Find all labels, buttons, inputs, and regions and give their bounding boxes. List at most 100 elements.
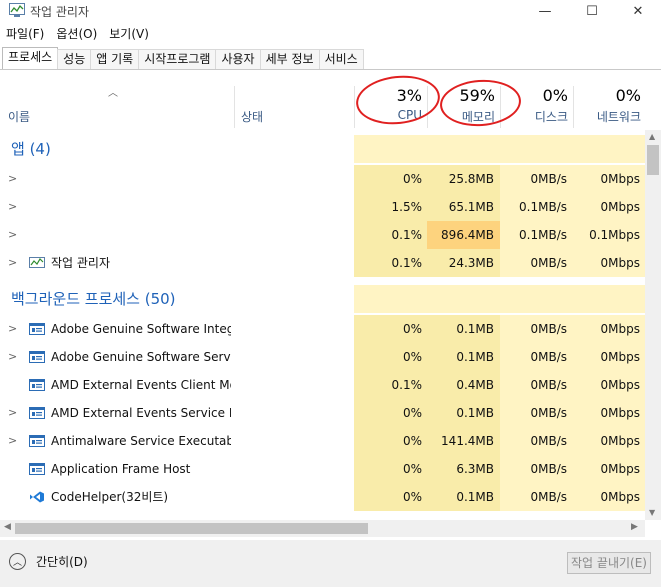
memory-value: 141.4MB — [441, 434, 494, 448]
process-name — [51, 221, 231, 249]
horizontal-scroll-thumb[interactable] — [15, 523, 368, 534]
tab-performance[interactable]: 성능 — [57, 49, 92, 69]
cpu-value: 0.1% — [391, 256, 423, 270]
network-value: 0Mbps — [600, 322, 640, 336]
task-manager-app-icon — [9, 3, 25, 17]
process-row[interactable]: >1.5% 65.1MB 0.1MB/s 0Mbps — [0, 193, 645, 221]
process-row[interactable]: > Adobe Genuine Software Integr... 0% 0.1MB… — [0, 315, 645, 343]
process-name: AMD External Events Service M... — [51, 406, 231, 420]
network-value: 0Mbps — [600, 462, 640, 476]
process-row[interactable]: > Antimalware Service Executable 0% 141.4MB… — [0, 427, 645, 455]
fewer-details-label: 간단히(D) — [36, 555, 88, 569]
disk-value: 0MB/s — [530, 378, 567, 392]
process-row[interactable]: >0.1% 896.4MB 0.1MB/s 0.1Mbps — [0, 221, 645, 249]
disk-value: 0.1MB/s — [519, 228, 567, 242]
maximize-button[interactable]: ☐ — [569, 0, 615, 22]
process-row[interactable]: CodeHelper(32비트) 0% 0.1MB 0MB/s 0Mbps — [0, 483, 645, 511]
chevron-up-circle-icon: ︿ — [9, 553, 26, 570]
process-name: CodeHelper(32비트) — [51, 490, 169, 504]
scroll-down-arrow-icon[interactable]: ▼ — [649, 508, 655, 517]
disk-value: 0MB/s — [530, 322, 567, 336]
minimize-button[interactable]: — — [522, 0, 568, 22]
process-name: AMD External Events Client Mo... — [51, 378, 231, 392]
tab-app-history[interactable]: 앱 기록 — [90, 49, 140, 69]
title-bar: 작업 관리자 — ☐ ✕ — [0, 0, 661, 22]
memory-value: 65.1MB — [448, 200, 494, 214]
column-divider — [234, 86, 235, 128]
process-row[interactable]: > AMD External Events Service M... 0% 0.1MB… — [0, 399, 645, 427]
disk-value: 0MB/s — [530, 406, 567, 420]
expand-chevron-icon[interactable]: > — [8, 193, 17, 221]
cpu-value: 0% — [402, 172, 422, 186]
expand-chevron-icon[interactable]: > — [8, 427, 17, 455]
column-status[interactable]: 상태 — [241, 108, 263, 125]
process-row[interactable]: > Adobe Genuine Software Servi... 0% 0.1MB 0… — [0, 343, 645, 371]
scroll-up-arrow-icon[interactable]: ▲ — [649, 132, 655, 141]
cpu-value: 0.1% — [391, 378, 423, 392]
scroll-right-arrow-icon[interactable]: ▶ — [631, 522, 638, 532]
process-name: 작업 관리자 — [51, 256, 111, 270]
cpu-value: 1.5% — [391, 200, 423, 214]
memory-value: 896.4MB — [441, 228, 494, 242]
process-name: Application Frame Host — [51, 462, 191, 476]
fewer-details-button[interactable]: ︿ 간단히(D) — [9, 553, 88, 570]
heat-band — [354, 135, 645, 163]
group-header-background[interactable]: 백그라운드 프로세스 (50) — [0, 285, 645, 313]
tab-divider — [0, 69, 661, 70]
footer-bar — [0, 540, 661, 587]
disk-value: 0MB/s — [530, 172, 567, 186]
column-divider — [354, 86, 355, 128]
network-value: 0Mbps — [600, 350, 640, 364]
expand-chevron-icon[interactable]: > — [8, 221, 17, 249]
tab-details[interactable]: 세부 정보 — [259, 49, 320, 69]
process-name — [51, 165, 231, 193]
process-row[interactable]: Application Frame Host 0% 6.3MB 0MB/s 0Mbps — [0, 455, 645, 483]
memory-value: 0.1MB — [456, 406, 494, 420]
memory-value: 0.1MB — [456, 322, 494, 336]
cpu-value: 0% — [402, 490, 422, 504]
disk-value: 0MB/s — [530, 490, 567, 504]
disk-value: 0MB/s — [530, 350, 567, 364]
menu-file[interactable]: 파일(F) — [0, 24, 50, 44]
scroll-left-arrow-icon[interactable]: ◀ — [4, 522, 11, 532]
close-button[interactable]: ✕ — [615, 0, 661, 22]
group-header-label: 앱 (4) — [11, 140, 51, 158]
network-value: 0Mbps — [600, 434, 640, 448]
cpu-value: 0% — [402, 434, 422, 448]
tab-users[interactable]: 사용자 — [215, 49, 261, 69]
cpu-value: 0% — [402, 406, 422, 420]
column-divider — [573, 86, 574, 128]
expand-chevron-icon[interactable]: > — [8, 399, 17, 427]
vertical-scrollbar[interactable]: ▲ ▼ — [645, 130, 661, 520]
expand-chevron-icon[interactable]: > — [8, 165, 17, 193]
memory-value: 0.1MB — [456, 350, 494, 364]
column-network-percent[interactable]: 0% — [579, 86, 641, 105]
network-value: 0Mbps — [600, 172, 640, 186]
process-row[interactable]: >0% 25.8MB 0MB/s 0Mbps — [0, 165, 645, 193]
expand-chevron-icon[interactable]: > — [8, 249, 17, 277]
sort-chevron-up-icon[interactable]: ︿ — [108, 84, 118, 99]
end-task-button[interactable]: 작업 끝내기(E) — [567, 552, 651, 574]
tab-services[interactable]: 서비스 — [318, 49, 364, 69]
expand-chevron-icon[interactable]: > — [8, 343, 17, 371]
disk-value: 0MB/s — [530, 434, 567, 448]
process-row[interactable]: AMD External Events Client Mo... 0.1% 0.4M… — [0, 371, 645, 399]
memory-value: 6.3MB — [456, 462, 494, 476]
tab-startup[interactable]: 시작프로그램 — [138, 49, 217, 69]
cpu-value: 0% — [402, 350, 422, 364]
vertical-scroll-thumb[interactable] — [647, 145, 659, 175]
process-list: 앱 (4) >0% 25.8MB 0MB/s 0Mbps >1.5% 65.1MB 0.1M… — [0, 130, 645, 520]
network-value: 0.1Mbps — [589, 228, 640, 242]
column-network-label[interactable]: 네트워크 — [579, 108, 641, 125]
disk-value: 0.1MB/s — [519, 200, 567, 214]
expand-chevron-icon[interactable]: > — [8, 315, 17, 343]
cpu-value: 0% — [402, 322, 422, 336]
menu-options[interactable]: 옵션(O) — [50, 24, 103, 44]
process-row[interactable]: > 작업 관리자 0.1% 24.3MB 0MB/s 0Mbps — [0, 249, 645, 277]
group-header-apps[interactable]: 앱 (4) — [0, 135, 645, 163]
tab-processes[interactable]: 프로세스 — [2, 47, 59, 69]
menu-view[interactable]: 보기(V) — [103, 24, 155, 44]
network-value: 0Mbps — [600, 490, 640, 504]
memory-value: 25.8MB — [448, 172, 494, 186]
column-name[interactable]: 이름 — [8, 108, 30, 125]
